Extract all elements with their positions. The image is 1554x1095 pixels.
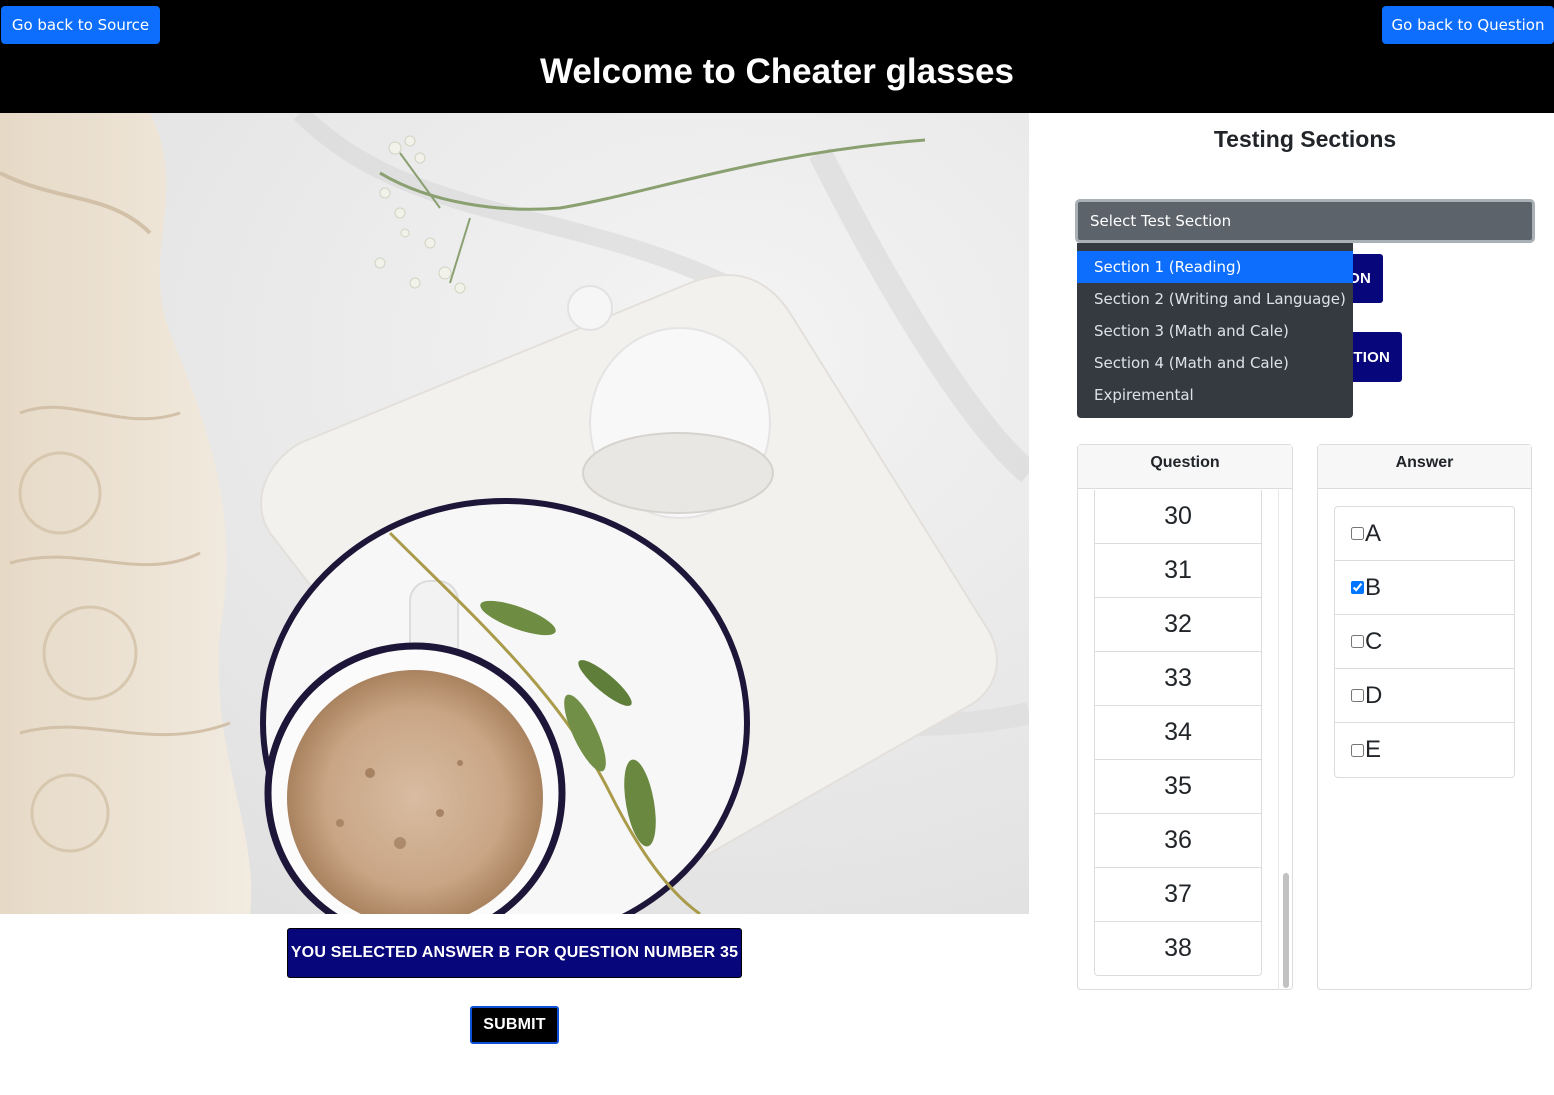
answer-option-a[interactable]: A [1335,507,1514,561]
answer-label-e: E [1365,736,1382,763]
question-item[interactable]: 38 [1094,922,1262,976]
question-list: 30 31 32 33 34 35 36 37 38 [1094,490,1262,976]
top-header: Go back to Source Go back to Question We… [0,0,1554,113]
answer-label-c: C [1365,627,1383,655]
question-scrollbar[interactable] [1278,490,1292,990]
question-item[interactable]: 30 [1094,490,1262,544]
answer-checkbox-e[interactable] [1351,743,1364,757]
dropdown-option-section-2[interactable]: Section 2 (Writing and Language) [1077,283,1353,315]
answer-option-d[interactable]: D [1335,669,1514,723]
test-section-select[interactable]: Select Test Section [1075,199,1535,243]
question-item[interactable]: 36 [1094,814,1262,868]
answer-label-d: D [1365,681,1383,709]
question-item[interactable]: 37 [1094,868,1262,922]
question-item[interactable]: 34 [1094,706,1262,760]
dropdown-option-experimental[interactable]: Expiremental [1077,379,1353,411]
question-item[interactable]: 32 [1094,598,1262,652]
answer-option-e[interactable]: E [1335,723,1514,777]
go-back-to-question-button[interactable]: Go back to Question [1382,6,1554,44]
question-item[interactable]: 33 [1094,652,1262,706]
answer-checkbox-c[interactable] [1351,635,1364,648]
answer-option-c[interactable]: C [1335,615,1514,669]
question-item[interactable]: 35 [1094,760,1262,814]
answer-list: A B C D E [1334,506,1515,778]
answer-option-b[interactable]: B [1335,561,1514,615]
go-back-to-source-button[interactable]: Go back to Source [1,6,160,44]
selected-answer-message: YOU SELECTED ANSWER B FOR QUESTION NUMBE… [287,928,742,978]
dropdown-option-section-1[interactable]: Section 1 (Reading) [1077,251,1353,283]
answer-label-a: A [1365,519,1382,547]
question-card: Question 30 31 32 33 34 35 36 37 38 [1077,444,1293,990]
dropdown-option-section-3[interactable]: Section 3 (Math and Cale) [1077,315,1353,347]
answer-checkbox-d[interactable] [1351,689,1364,702]
answer-header: Answer [1318,445,1531,489]
hero-photo [0,113,1029,914]
test-section-dropdown: Section 1 (Reading) Section 2 (Writing a… [1077,243,1353,418]
question-header: Question [1078,445,1292,489]
dropdown-option-section-4[interactable]: Section 4 (Math and Cale) [1077,347,1353,379]
question-item[interactable]: 31 [1094,544,1262,598]
answer-checkbox-a[interactable] [1351,527,1364,540]
page-title: Welcome to Cheater glasses [540,52,1014,91]
testing-sections-title: Testing Sections [1213,126,1397,152]
submit-button[interactable]: SUBMIT [470,1006,559,1044]
question-scrollbar-thumb[interactable] [1283,873,1289,988]
answer-checkbox-b[interactable] [1351,581,1364,594]
answer-label-b: B [1365,573,1382,601]
answer-card: Answer A B C D E [1317,444,1532,990]
